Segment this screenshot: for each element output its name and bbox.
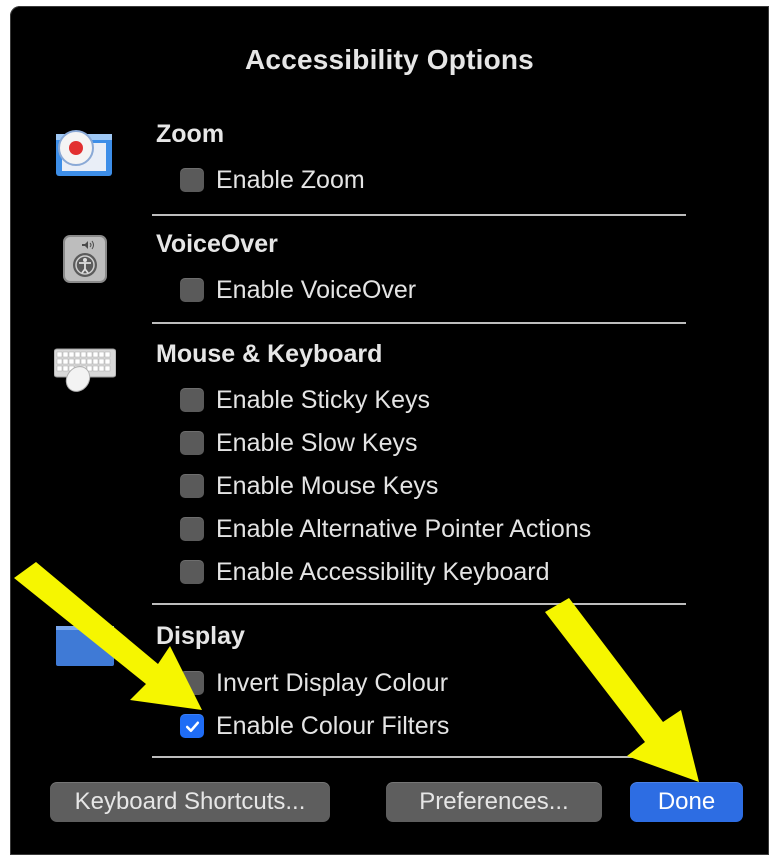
option-label: Enable VoiceOver: [216, 275, 417, 304]
checkbox-enable-colour-filters[interactable]: [180, 714, 204, 738]
option-label: Enable Sticky Keys: [216, 385, 430, 414]
option-label: Enable Accessibility Keyboard: [216, 557, 550, 586]
section-title-voiceover: VoiceOver: [156, 230, 278, 258]
checkbox-enable-slow-keys[interactable]: [180, 431, 204, 455]
checkmark-icon: [185, 721, 199, 732]
section-title-mouse-keyboard: Mouse & Keyboard: [156, 340, 383, 368]
checkbox-enable-mouse-keys[interactable]: [180, 474, 204, 498]
option-enable-alternative-pointer-actions[interactable]: Enable Alternative Pointer Actions: [180, 513, 591, 545]
option-label: Enable Mouse Keys: [216, 471, 439, 500]
option-enable-accessibility-keyboard[interactable]: Enable Accessibility Keyboard: [180, 556, 550, 588]
option-enable-sticky-keys[interactable]: Enable Sticky Keys: [180, 384, 430, 416]
option-enable-colour-filters[interactable]: Enable Colour Filters: [180, 710, 449, 742]
section-divider: [152, 756, 686, 758]
option-label: Invert Display Colour: [216, 668, 449, 697]
checkbox-enable-alternative-pointer-actions[interactable]: [180, 517, 204, 541]
option-label: Enable Zoom: [216, 165, 365, 194]
checkbox-invert-display-colour[interactable]: [180, 671, 204, 695]
checkbox-enable-accessibility-keyboard[interactable]: [180, 560, 204, 584]
section-divider: [152, 322, 686, 324]
checkbox-enable-zoom[interactable]: [180, 168, 204, 192]
preferences-button[interactable]: Preferences...: [386, 782, 602, 822]
option-enable-mouse-keys[interactable]: Enable Mouse Keys: [180, 470, 438, 502]
checkbox-enable-voiceover[interactable]: [180, 278, 204, 302]
option-invert-display-colour[interactable]: Invert Display Colour: [180, 667, 448, 699]
option-enable-zoom[interactable]: Enable Zoom: [180, 164, 365, 196]
option-enable-slow-keys[interactable]: Enable Slow Keys: [180, 427, 418, 459]
done-button[interactable]: Done: [630, 782, 743, 822]
option-enable-voiceover[interactable]: Enable VoiceOver: [180, 274, 416, 306]
zoom-window-icon: [56, 130, 112, 176]
voiceover-icon: [63, 235, 107, 283]
option-label: Enable Colour Filters: [216, 711, 450, 740]
option-label: Enable Alternative Pointer Actions: [216, 514, 592, 543]
keyboard-mouse-icon: [54, 348, 116, 392]
keyboard-shortcuts-button[interactable]: Keyboard Shortcuts...: [50, 782, 330, 822]
section-title-display: Display: [156, 622, 245, 650]
section-title-zoom: Zoom: [156, 120, 225, 148]
checkbox-enable-sticky-keys[interactable]: [180, 388, 204, 412]
accessibility-options-dialog: Accessibility Options Zoom Enable Zoom V…: [10, 6, 769, 855]
display-icon: [56, 626, 114, 666]
option-label: Enable Slow Keys: [216, 428, 418, 457]
section-divider: [152, 603, 686, 605]
dialog-title: Accessibility Options: [245, 44, 534, 75]
section-divider: [152, 214, 686, 216]
